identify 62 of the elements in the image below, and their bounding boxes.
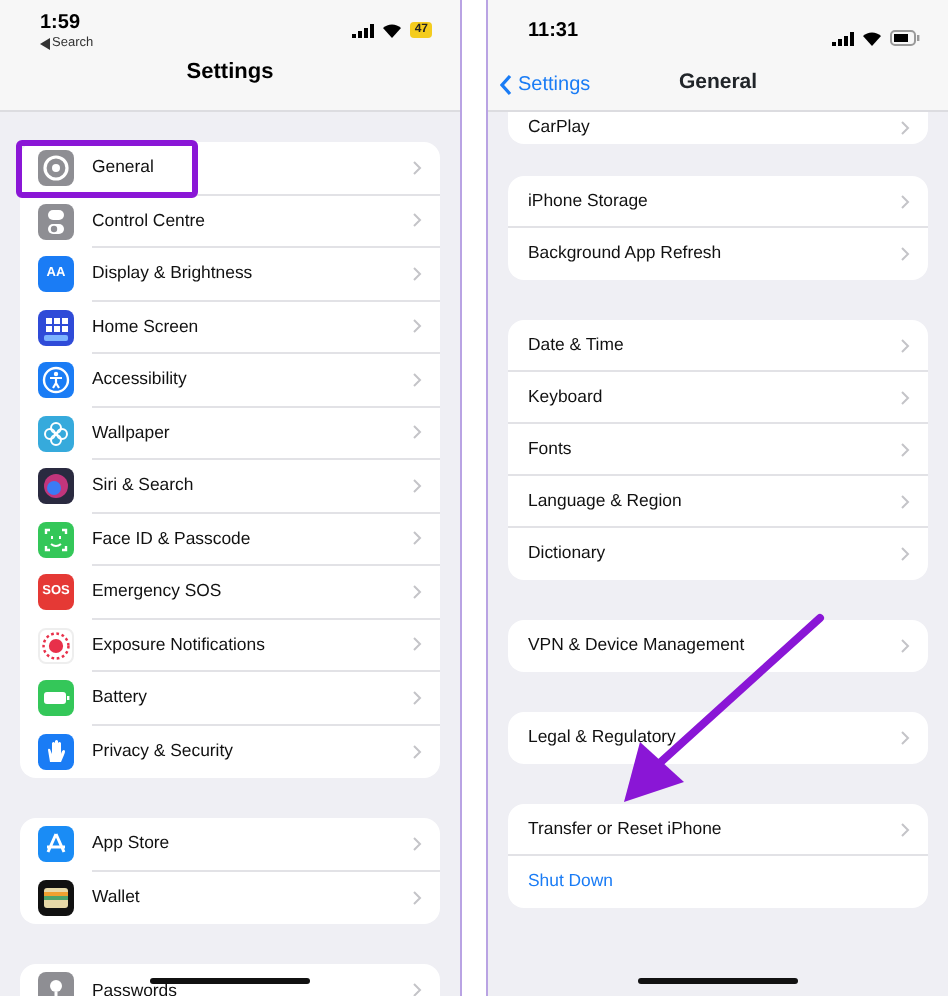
chevron-icon <box>412 889 422 906</box>
settings-row[interactable]: CarPlay <box>508 112 928 144</box>
chevron-icon <box>900 546 910 562</box>
shut-down-button[interactable]: Shut Down <box>508 856 928 908</box>
settings-row[interactable]: VPN & Device Management <box>508 620 928 672</box>
chevron-icon <box>412 477 422 494</box>
chevron-icon <box>412 371 422 388</box>
chevron-icon <box>412 835 422 852</box>
settings-row[interactable]: Dictionary <box>508 528 928 580</box>
chevron-icon <box>900 120 910 136</box>
settings-row[interactable]: Keyboard <box>508 372 928 424</box>
settings-row[interactable]: App Store <box>20 818 440 871</box>
chevron-icon <box>900 493 910 509</box>
chevron-icon <box>900 638 910 654</box>
settings-row[interactable]: Language & Region <box>508 476 928 528</box>
settings-row[interactable]: Fonts <box>508 424 928 476</box>
settings-row[interactable]: Exposure Notifications <box>20 619 440 672</box>
settings-row[interactable]: Control Centre <box>20 195 440 248</box>
chevron-icon <box>900 441 910 457</box>
settings-row[interactable]: Battery <box>20 672 440 725</box>
chevron-left-icon <box>500 73 512 95</box>
page-title: General <box>678 70 758 95</box>
chevron-icon <box>412 636 422 653</box>
chevron-icon <box>412 212 422 229</box>
signal-icon <box>352 23 375 37</box>
chevron-icon <box>412 982 422 996</box>
page-title: Settings <box>186 60 274 84</box>
settings-row[interactable]: Face ID & Passcode <box>20 513 440 566</box>
chevron-icon <box>900 730 910 746</box>
chevron-icon <box>412 743 422 760</box>
chevron-icon <box>412 424 422 441</box>
wifi-icon <box>862 30 882 46</box>
battery-icon <box>890 30 920 46</box>
chevron-icon <box>900 246 910 262</box>
settings-row[interactable]: General <box>20 142 440 195</box>
settings-row[interactable]: Background App Refresh <box>508 228 928 280</box>
chevron-icon <box>412 689 422 706</box>
back-triangle-icon <box>40 38 50 50</box>
wifi-icon <box>382 22 403 38</box>
chevron-icon <box>900 389 910 405</box>
chevron-icon <box>412 530 422 547</box>
time-text: 1:59 <box>40 12 83 36</box>
chevron-icon <box>412 265 422 282</box>
settings-row[interactable]: Accessibility <box>20 354 440 407</box>
chevron-icon <box>412 583 422 600</box>
chevron-icon <box>900 337 910 353</box>
settings-row[interactable]: Wallet <box>20 871 440 924</box>
settings-row[interactable]: Date & Time <box>508 320 928 372</box>
signal-icon <box>832 31 854 45</box>
settings-row[interactable]: Privacy & Security <box>20 725 440 778</box>
chevron-icon <box>412 159 422 176</box>
chevron-icon <box>412 318 422 335</box>
chevron-icon <box>900 193 910 209</box>
settings-row[interactable]: iPhone Storage <box>508 176 928 228</box>
back-button[interactable]: Settings <box>500 69 591 99</box>
settings-row[interactable]: Transfer or Reset iPhone <box>508 804 928 856</box>
settings-row[interactable]: Siri & Search <box>20 460 440 513</box>
settings-row[interactable]: Legal & Regulatory <box>508 712 928 764</box>
settings-row[interactable]: Home Screen <box>20 301 440 354</box>
settings-row[interactable]: Wallpaper <box>20 407 440 460</box>
time-text: 11:31 <box>528 20 579 44</box>
chevron-icon <box>900 821 910 837</box>
